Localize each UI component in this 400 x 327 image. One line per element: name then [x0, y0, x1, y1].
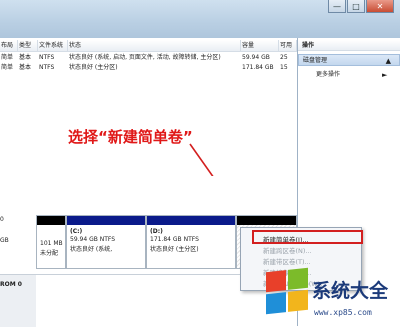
rom-drive-label: ROM 0 [0, 274, 36, 327]
partition-size: 59.94 GB NTFS [70, 236, 116, 243]
disk-number: 0 [0, 216, 4, 223]
collapse-caret-icon[interactable]: ▲ [386, 55, 391, 67]
partition-d[interactable]: (D:) 171.84 GB NTFS 状态良好 (主分区) [146, 215, 236, 269]
partition-bar [37, 216, 65, 225]
menu-item-new-spanned-volume: 新建跨区卷(N)... [263, 247, 312, 255]
partition-unallocated[interactable]: 101 MB 未分配 [36, 215, 66, 269]
more-actions-link[interactable]: 更多操作 ► [316, 70, 387, 80]
menu-highlight-box [252, 230, 363, 244]
partition-size: 101 MB [40, 240, 63, 247]
partition-size: 171.84 GB NTFS [150, 236, 199, 243]
operations-disk-management[interactable]: 磁盘管理 ▲ [298, 54, 400, 66]
disk-size: GB [0, 237, 9, 244]
partition-status: 未分配 [40, 250, 59, 257]
rom-label: ROM 0 [0, 281, 22, 288]
watermark-title: 系统大全 [312, 280, 389, 302]
partition-name: (D:) [150, 228, 163, 235]
partition-bar [237, 216, 296, 225]
more-actions-label: 更多操作 [316, 71, 341, 78]
partition-name: (C:) [70, 228, 83, 235]
submenu-arrow-icon: ► [382, 71, 388, 79]
watermark-url: www.xp85.com [314, 308, 372, 317]
partition-c[interactable]: (C:) 59.94 GB NTFS 状态良好 (系统, [66, 215, 146, 269]
partition-bar [67, 216, 145, 225]
partition-status: 状态良好 (系统, [70, 246, 113, 253]
site-watermark: 系统大全 www.xp85.com [262, 266, 400, 326]
windows-logo-icon [266, 267, 308, 315]
operations-title: 操作 [298, 40, 400, 51]
partition-status: 状态良好 (主分区) [150, 246, 199, 253]
operations-selected-label: 磁盘管理 [303, 57, 328, 64]
partition-bar [147, 216, 235, 225]
